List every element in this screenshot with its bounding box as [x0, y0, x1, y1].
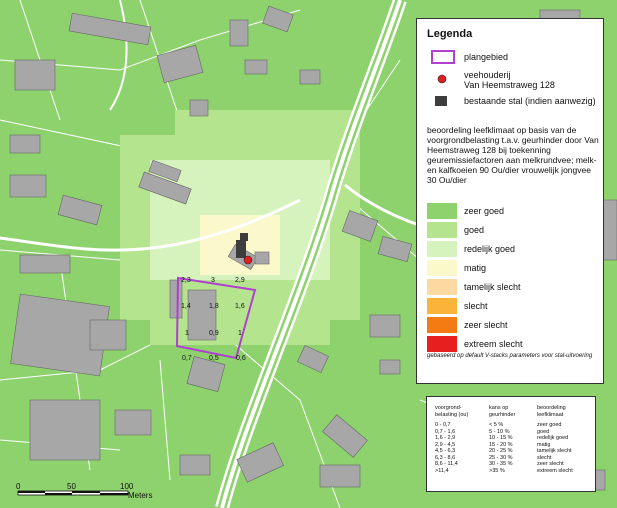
table-header: voorgrond- belasting (ou): [435, 405, 469, 418]
legend-description: beoordeling leefklimaat op basis van de …: [427, 125, 599, 185]
table-col-belasting: voorgrond- belasting (ou) 0 - 0,7 0,7 - …: [435, 405, 487, 474]
scale-label-100: 100: [120, 482, 134, 491]
swatch-tamelijk-slecht: [427, 279, 457, 295]
swatch-zeer-goed: [427, 203, 457, 219]
grid-value: 2,9: [235, 277, 245, 284]
scale-label-50: 50: [67, 482, 76, 491]
grid-value: 2,3: [181, 277, 191, 284]
grid-value: 1,4: [181, 303, 191, 310]
class-label: goed: [464, 225, 485, 235]
grid-value: 3: [211, 277, 215, 284]
legend-plangebied: plangebied: [464, 52, 509, 62]
grid-value: 0,9: [209, 330, 219, 337]
scale-label-0: 0: [16, 482, 21, 491]
class-label: zeer goed: [464, 206, 505, 216]
class-label: redelijk goed: [464, 244, 516, 254]
veehouderij-symbol: [437, 74, 447, 84]
legend-veehouderij-1: veehouderij: [464, 70, 511, 80]
swatch-goed: [427, 222, 457, 238]
grid-value: 1: [185, 330, 189, 337]
swatch-zeer-slecht: [427, 317, 457, 333]
swatch-extreem-slecht: [427, 336, 457, 352]
table-cell: >11,4: [435, 467, 449, 474]
class-label: tamelijk slecht: [464, 282, 521, 292]
classification-table: voorgrond- belasting (ou) 0 - 0,7 0,7 - …: [426, 396, 596, 492]
grid-value: 0,5: [209, 355, 219, 362]
table-cell: >35 %: [489, 467, 505, 474]
plangebied-symbol: [431, 50, 455, 64]
table-header: beoordeling leefklimaat: [537, 405, 566, 418]
swatch-redelijk-goed: [427, 241, 457, 257]
veehouderij-marker[interactable]: [243, 255, 253, 265]
legend-stal: bestaande stal (indien aanwezig): [464, 96, 596, 106]
class-label: matig: [464, 263, 487, 273]
class-label: zeer slecht: [464, 320, 508, 330]
class-label: extreem slecht: [464, 339, 523, 349]
swatch-slecht: [427, 298, 457, 314]
table-cell: extreem slecht: [537, 467, 573, 474]
grid-value: 1,6: [235, 303, 245, 310]
table-col-beoordeling: beoordeling leefklimaat zeer goed goed r…: [537, 405, 595, 474]
grid-value: 1,8: [209, 303, 219, 310]
scale-bar: 0 50 100 Meters: [14, 482, 174, 504]
legend-footnote: gebaseerd op default V-stacks parameters…: [427, 353, 593, 359]
legend-veehouderij-2: Van Heemstraweg 128: [464, 80, 555, 90]
stal-symbol: [435, 96, 447, 106]
table-header: kans op geurhinder: [489, 405, 516, 418]
class-label: slecht: [464, 301, 488, 311]
legend-title: Legenda: [427, 28, 473, 40]
grid-value: 0,7: [182, 355, 192, 362]
scale-unit: Meters: [128, 491, 153, 500]
legend-panel: Legenda plangebied veehouderij Van Heems…: [416, 18, 604, 384]
table-col-kans: kans op geurhinder < 5 % 5 - 10 % 10 - 1…: [489, 405, 535, 474]
grid-value: 1: [238, 330, 242, 337]
swatch-matig: [427, 260, 457, 276]
grid-value: 0,6: [236, 355, 246, 362]
